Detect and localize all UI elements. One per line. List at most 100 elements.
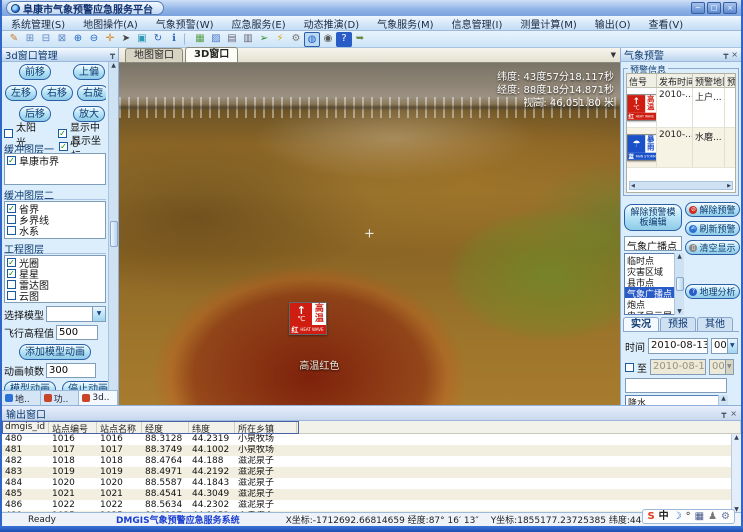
date-to-combo[interactable]: 2010-08-13▼ [650,359,706,375]
full-extent-icon[interactable]: ▣ [134,32,150,47]
frames-input[interactable] [46,363,96,378]
close-icon[interactable]: × [730,409,737,418]
menu-item[interactable]: 应急服务(E) [223,16,295,31]
user-icon[interactable]: ♟ [708,510,717,523]
point-type-item[interactable]: 临时点 [625,254,681,265]
nav-button[interactable]: 左移 [5,85,37,101]
to-date-checkbox[interactable] [625,363,634,372]
show-center-checkbox[interactable] [58,129,67,138]
zoom-select-icon[interactable]: ⊠ [54,32,70,47]
flight-icon[interactable]: ➢ [256,32,272,47]
hour-to-combo[interactable]: 00▼ [709,359,734,375]
eye-icon[interactable]: ◉ [320,32,336,47]
measure-icon[interactable]: ✎ [6,32,22,47]
point-type-combo[interactable]: 气象广播点 [624,236,682,251]
sunlight-checkbox[interactable] [4,129,13,138]
zoom-window-icon[interactable]: ⊞ [22,32,38,47]
geo-analysis-button[interactable]: ? 地理分析 [685,284,740,299]
menu-item[interactable]: 输出(O) [586,16,640,31]
print-icon[interactable]: ▤ [224,32,240,47]
date-combo[interactable]: 2010-08-13▼ [648,338,708,354]
point-type-item[interactable]: 电子显示屏点 [625,309,681,315]
zoom-window-out-icon[interactable]: ⊟ [38,32,54,47]
flight-height-input[interactable] [56,325,98,340]
warning-row[interactable]: ↑℃ 高温 红HEAT WAVE 2010-... 上户... [627,88,735,128]
minimize-button[interactable]: ─ [691,2,705,14]
nav-button[interactable]: 右旋 [77,85,106,101]
nav-button[interactable]: 前移 [19,64,51,80]
globe-3d-icon[interactable]: ◍ [304,32,320,47]
snapshot-icon[interactable]: ▨ [208,32,224,47]
left-panel-tab[interactable]: 地.. [2,391,41,405]
left-panel-tab[interactable]: 功.. [41,391,80,405]
pin-icon[interactable]: ┳ [110,50,115,59]
lang-cn-icon[interactable]: 中 [659,510,669,523]
menu-item[interactable]: 动态推演(D) [295,16,369,31]
warning-table-hscrollbar[interactable]: ◀▶ [629,181,733,190]
menu-item[interactable]: 气象预警(W) [147,16,223,31]
select-arrow-icon[interactable]: ➤ [118,32,134,47]
clear-display-button[interactable]: ▯ 清空显示 [685,240,740,255]
layer-item[interactable]: 水系 [7,225,105,236]
menu-item[interactable]: 测量计算(M) [511,16,585,31]
nav-button[interactable]: 右移 [41,85,73,101]
help-icon[interactable]: ? [336,32,352,47]
point-type-item[interactable]: 灾害区域 [625,265,681,276]
soft-keyboard-icon[interactable]: ▦ [695,510,704,523]
layer-item[interactable]: 阜康市界 [7,155,105,166]
table-row[interactable]: 48110171017 88.374944.1002小泉牧场 [2,445,741,456]
identify-icon[interactable]: ℹ [166,32,182,47]
menu-item[interactable]: 系统管理(S) [2,16,74,31]
table-row[interactable]: 48410201020 88.558744.1843滋泥泉子 [2,478,741,489]
settings-gear-icon[interactable]: ⚙ [288,32,304,47]
point-type-item[interactable]: 县市点 [625,276,681,287]
pin-icon[interactable]: ┳ [721,409,726,418]
chevron-down-icon[interactable]: ▼ [92,307,105,321]
table-row[interactable]: 48610221022 88.563444.2302滋泥泉子 [2,500,741,511]
plot-icon[interactable]: ▥ [240,32,256,47]
punctuation-icon[interactable]: ° [686,510,691,523]
menu-item[interactable]: 查看(V) [639,16,692,31]
table-row[interactable]: 48310191019 88.497144.2192滋泥泉子 [2,467,741,478]
fullwidth-moon-icon[interactable]: ☽ [673,510,682,523]
sogou-icon[interactable]: S [647,510,654,523]
table-row[interactable]: 48510211021 88.454144.3049滋泥泉子 [2,489,741,500]
refresh-warning-button[interactable]: ✍ 刷新预警 [685,221,740,236]
left-panel-tab[interactable]: 3d.. [79,391,118,405]
right-panel-tab[interactable]: 实况 [623,317,659,331]
restore-button[interactable]: □ [707,2,721,14]
layers-icon[interactable]: ▦ [192,32,208,47]
menu-item[interactable]: 地图操作(A) [74,16,147,31]
left-panel-vscrollbar[interactable]: ▲▼ [108,62,118,405]
heat-warning-marker[interactable]: ↑℃ 高温 红HEAT WAVE [289,302,327,335]
zoom-out-icon[interactable]: ⊖ [86,32,102,47]
refresh-icon[interactable]: ↻ [150,32,166,47]
menu-item[interactable]: 气象服务(M) [368,16,442,31]
model-select[interactable]: ▼ [46,306,106,322]
pan-icon[interactable]: ✛ [102,32,118,47]
zoom-in-icon[interactable]: ⊕ [70,32,86,47]
separator[interactable] [184,33,190,45]
tab-dropdown-icon[interactable]: ▼ [611,51,616,59]
menu-item[interactable]: 信息管理(I) [443,16,512,31]
element-list-vscrollbar[interactable]: ▲▼ [718,395,728,405]
warning-row[interactable]: ☂ 暴雨 蓝RAIN STORM 2010-... 水磨... [627,128,735,168]
element-item[interactable]: 降水 [626,396,726,405]
right-panel-tab[interactable]: 其他 [697,317,733,331]
right-panel-tab[interactable]: 预报 [660,317,696,331]
close-icon[interactable]: × [731,50,738,59]
light-icon[interactable]: ⚡ [272,32,288,47]
point-list-vscrollbar[interactable]: ▲▼ [674,253,684,315]
layer-item[interactable]: 云图 [7,290,105,301]
show-coord-checkbox[interactable] [59,142,68,151]
hour-combo[interactable]: 00▼ [711,338,738,354]
table-row[interactable]: 48010161016 88.312844.2319小泉牧场 [2,434,741,445]
map-3d-view[interactable]: 纬度: 43度57分18.117秒 经度: 88度18分14.871秒 视高: … [119,63,620,405]
point-type-item[interactable]: 气象广播点 [625,287,681,298]
table-row[interactable]: 48210181018 88.476444.188滋泥泉子 [2,456,741,467]
close-button[interactable]: × [723,2,737,14]
add-model-anim-button[interactable]: 添加模型动画 [19,344,91,360]
ime-settings-icon[interactable]: ⚙ [721,510,730,523]
map-tab[interactable]: 3D窗口 [185,47,238,62]
pin-icon[interactable]: ┳ [723,50,728,59]
